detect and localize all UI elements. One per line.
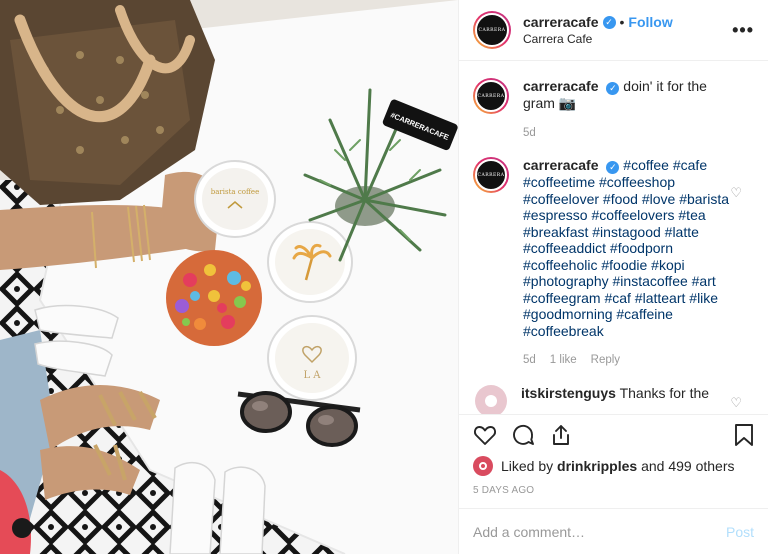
add-comment-bar: Add a comment… Post: [459, 508, 768, 554]
likes-summary: Liked by drinkripples and 499 others: [473, 456, 734, 476]
action-bar: [459, 414, 768, 454]
comment-time[interactable]: 5d: [523, 352, 536, 369]
verified-badge-icon: ✓: [606, 82, 620, 95]
post-header: CARRERA carreracafe ✓ • Follow Carrera C…: [459, 0, 768, 61]
comment-text: Thanks for the: [619, 384, 710, 401]
liker-username[interactable]: drinkripples: [557, 458, 637, 474]
cup3-logo: L A: [303, 370, 321, 381]
instagram-post: barista coffee L A #CARRERACAFE CARRERA …: [0, 0, 768, 554]
avatar[interactable]: CARRERA: [473, 78, 509, 114]
like-heart-icon[interactable]: [473, 424, 497, 446]
avatar[interactable]: CARRERA: [473, 157, 509, 193]
likes-prefix: Liked by: [501, 458, 554, 474]
avatar-logo-text: CARRERA: [477, 172, 505, 178]
hashtag-comment: CARRERA carreracafe ✓ #coffee #cafe #cof…: [473, 141, 754, 369]
location-link[interactable]: Carrera Cafe: [523, 32, 732, 46]
post-sidebar: CARRERA carreracafe ✓ • Follow Carrera C…: [458, 0, 768, 554]
coffee-flatlay-image: barista coffee L A #CARRERACAFE: [0, 0, 458, 554]
comment-like-heart-icon[interactable]: ♡: [730, 395, 742, 411]
follow-button[interactable]: Follow: [628, 14, 672, 30]
avatar[interactable]: CARRERA: [473, 11, 511, 49]
post-photo[interactable]: barista coffee L A #CARRERACAFE: [0, 0, 458, 554]
header-username[interactable]: carreracafe: [523, 14, 599, 30]
comment-hashtags[interactable]: #coffee #cafe #coffeetime #coffeeshop #c…: [523, 157, 729, 339]
share-icon[interactable]: [549, 423, 573, 447]
comments-list[interactable]: CARRERA carreracafe ✓ doin' it for the g…: [459, 62, 768, 414]
likes-others[interactable]: and 499 others: [641, 458, 734, 474]
avatar-logo-text: CARRERA: [477, 93, 505, 99]
comment-like-heart-icon[interactable]: ♡: [730, 185, 742, 201]
comment-like-count[interactable]: 1 like: [550, 352, 577, 369]
reply-button[interactable]: Reply: [591, 352, 620, 369]
post-comment-button[interactable]: Post: [726, 524, 754, 540]
comment-time[interactable]: 5d: [523, 125, 536, 142]
save-bookmark-icon[interactable]: [734, 423, 754, 447]
more-options-icon[interactable]: •••: [732, 20, 754, 41]
comment-username[interactable]: itskirstenguys: [521, 385, 616, 401]
user-comment: itskirstenguys Thanks for the ♡: [473, 369, 754, 414]
avatar-logo-text: CARRERA: [478, 27, 506, 33]
separator-dot: •: [619, 14, 625, 30]
liker-avatar[interactable]: [473, 456, 493, 476]
verified-badge-icon: ✓: [606, 161, 620, 174]
avatar[interactable]: [475, 384, 507, 414]
cup1-logo: barista coffee: [211, 188, 259, 196]
verified-badge-icon: ✓: [602, 15, 616, 29]
comment-username[interactable]: carreracafe: [523, 78, 599, 94]
post-timestamp[interactable]: 5 DAYS AGO: [473, 485, 534, 496]
comment-bubble-icon[interactable]: [511, 423, 535, 447]
comment-input[interactable]: Add a comment…: [473, 524, 726, 540]
comment-username[interactable]: carreracafe: [523, 157, 599, 173]
caption-comment: CARRERA carreracafe ✓ doin' it for the g…: [473, 62, 754, 141]
